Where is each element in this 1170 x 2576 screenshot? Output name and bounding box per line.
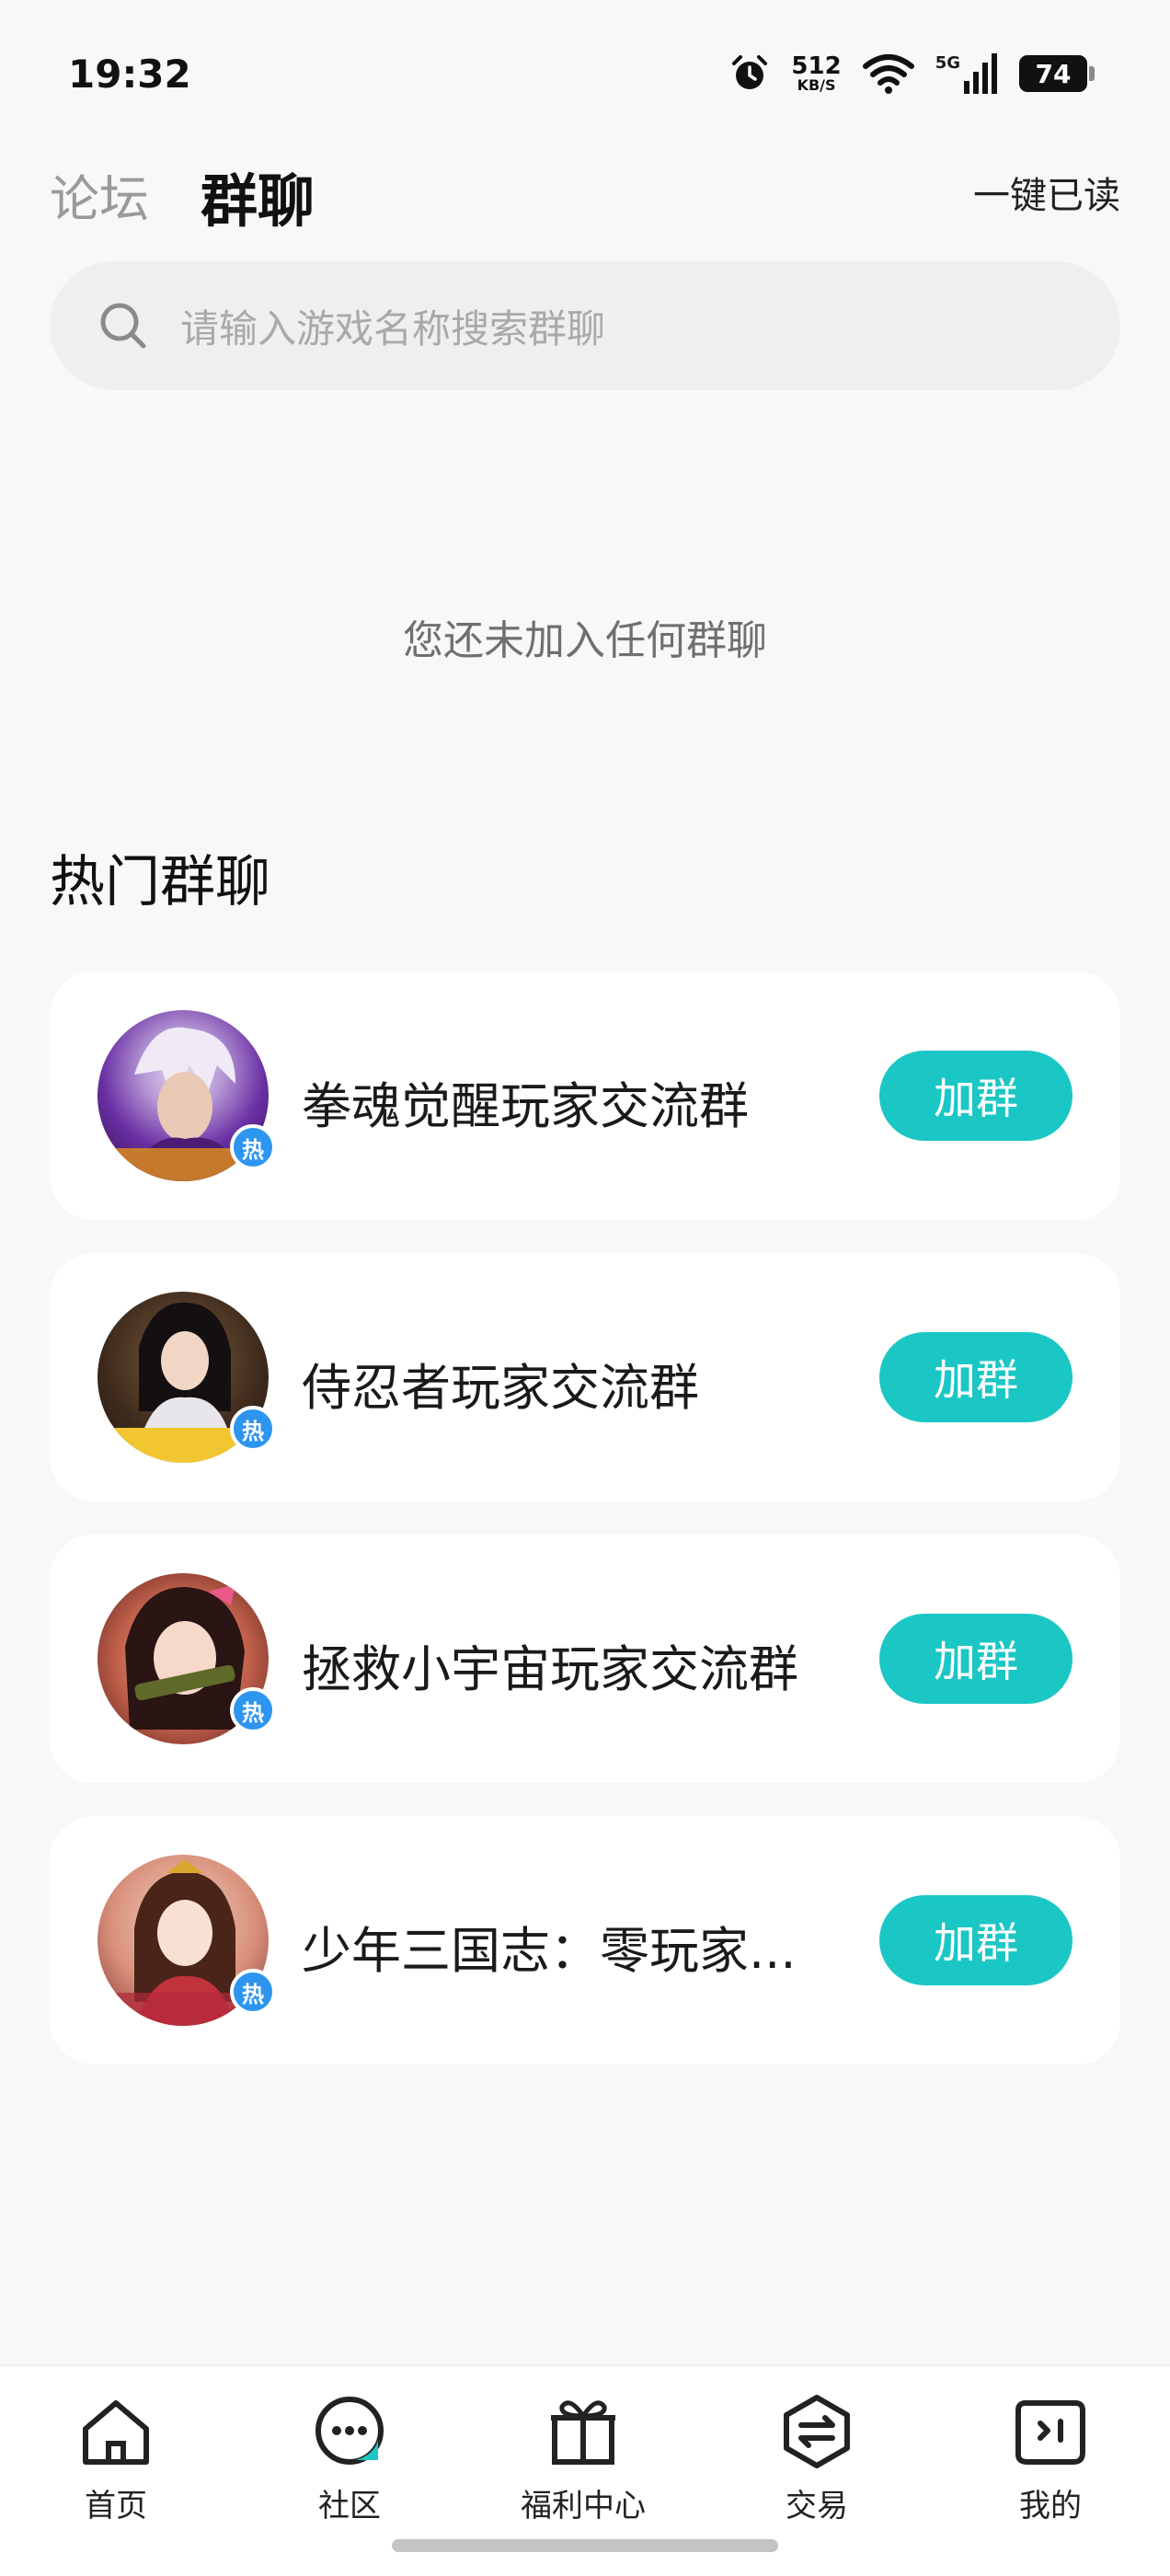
nav-item-home[interactable]: 首页 (24, 2390, 208, 2525)
tab-group-chat[interactable]: 群聊 (201, 155, 315, 237)
battery-level: 74 (1035, 58, 1072, 89)
trade-icon (784, 2395, 850, 2468)
signal-icon: 5G (935, 53, 999, 94)
join-group-button[interactable]: 加群 (879, 1332, 1072, 1422)
nav-label-home: 首页 (85, 2488, 147, 2524)
hot-badge: 热 (230, 1687, 276, 1733)
nav-label-trade: 交易 (786, 2488, 848, 2524)
group-avatar: 热 (98, 1855, 276, 2026)
hot-badge: 热 (230, 1124, 276, 1170)
join-group-button[interactable]: 加群 (879, 1051, 1072, 1141)
wifi-icon (862, 54, 914, 94)
network-type: 5G (935, 53, 960, 73)
search-input[interactable]: 请输入游戏名称搜索群聊 (50, 261, 1120, 390)
hot-groups-title: 热门群聊 (50, 850, 270, 914)
join-group-button[interactable]: 加群 (879, 1614, 1072, 1704)
net-speed: 512 KB/S (791, 54, 841, 93)
home-icon (83, 2400, 149, 2465)
tab-forum[interactable]: 论坛 (50, 158, 149, 231)
nav-item-community[interactable]: 社区 (258, 2390, 442, 2525)
nav-label-profile: 我的 (1019, 2488, 1082, 2524)
search-icon (100, 303, 146, 349)
nav-item-welfare[interactable]: 福利中心 (491, 2390, 675, 2525)
home-indicator[interactable] (392, 2539, 778, 2552)
search-placeholder: 请输入游戏名称搜索群聊 (180, 305, 606, 351)
group-card[interactable]: 热 少年三国志：零玩家... 加群 (50, 1816, 1120, 2064)
group-name: 拯救小宇宙玩家交流群 (302, 1640, 798, 1698)
mark-all-read-button[interactable]: 一键已读 (973, 166, 1120, 219)
group-avatar: 热 (98, 1292, 276, 1463)
community-chat-icon (315, 2397, 384, 2465)
group-card[interactable]: 热 侍忍者玩家交流群 加群 (50, 1253, 1120, 1501)
app-screen: 19:32 512 KB/S 5G 74 论坛 群聊 一键已读 请输入游戏名称搜… (0, 0, 1170, 2576)
nav-label-welfare: 福利中心 (521, 2488, 646, 2524)
empty-state-text: 您还未加入任何群聊 (403, 617, 767, 664)
group-card[interactable]: 热 拯救小宇宙玩家交流群 加群 (50, 1535, 1120, 1783)
hot-badge: 热 (230, 1406, 276, 1452)
group-name: 侍忍者玩家交流群 (302, 1359, 699, 1417)
group-card[interactable]: 热 拳魂觉醒玩家交流群 加群 (50, 972, 1120, 1220)
group-avatar: 热 (98, 1010, 276, 1181)
net-speed-unit: KB/S (797, 76, 836, 94)
status-icons: 512 KB/S 5G 74 (728, 48, 1095, 99)
battery-icon: 74 (1019, 55, 1095, 92)
nav-item-profile[interactable]: 我的 (958, 2390, 1142, 2525)
hot-badge: 热 (230, 1969, 276, 2015)
net-speed-value: 512 (791, 52, 842, 80)
nav-label-community: 社区 (318, 2488, 381, 2524)
status-time: 19:32 (68, 52, 191, 97)
profile-icon (1015, 2400, 1085, 2465)
group-avatar: 热 (98, 1573, 276, 1744)
nav-item-trade[interactable]: 交易 (725, 2390, 909, 2525)
group-name: 拳魂觉醒玩家交流群 (302, 1077, 749, 1135)
alarm-icon (732, 55, 768, 89)
join-group-button[interactable]: 加群 (879, 1895, 1072, 1985)
status-bar: 19:32 512 KB/S 5G 74 (0, 0, 1170, 138)
gift-icon (551, 2400, 615, 2465)
group-name: 少年三国志：零玩家... (302, 1922, 797, 1980)
